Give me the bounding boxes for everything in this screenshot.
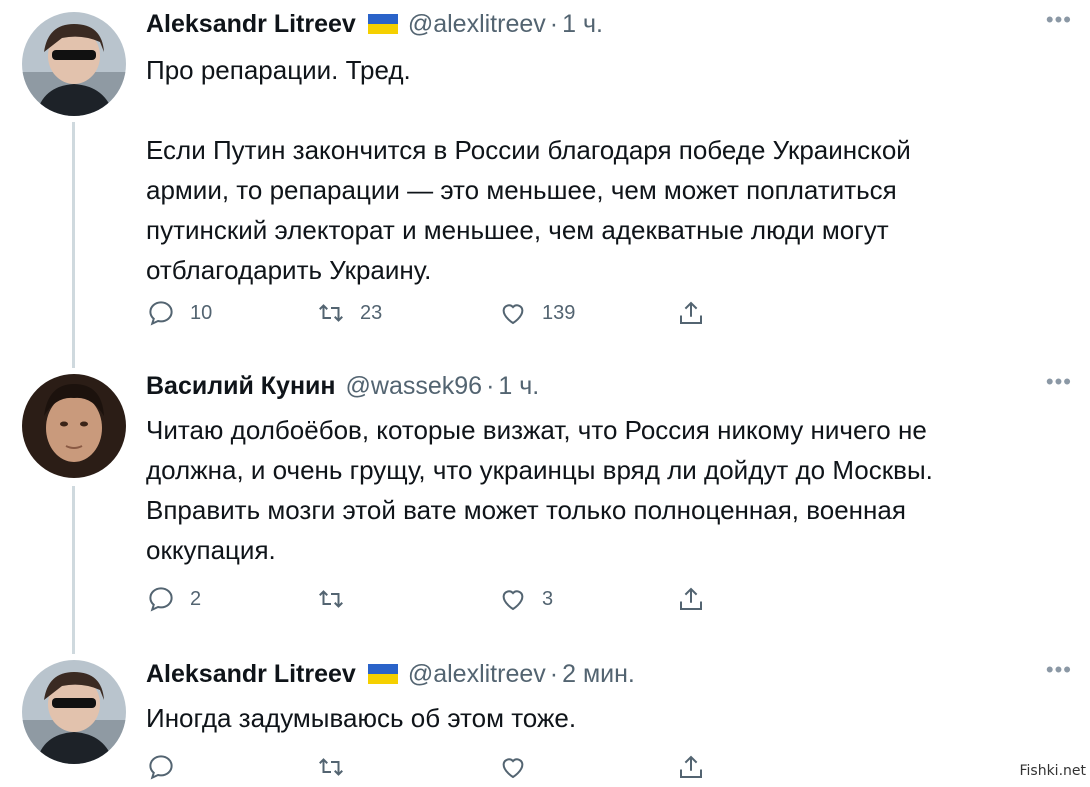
author-handle[interactable]: @alexlitreev [408, 10, 546, 39]
like-count: 139 [542, 301, 576, 324]
reply-button[interactable]: 2 [146, 582, 201, 616]
more-icon[interactable]: ••• [1046, 371, 1072, 393]
reply-count: 10 [190, 301, 213, 324]
author-handle[interactable]: @wassek96 [346, 372, 483, 401]
tweet-text: Про репарации. Тред. Если Путин закончит… [146, 55, 911, 285]
like-button[interactable] [498, 750, 542, 784]
timestamp[interactable]: 1 ч. [498, 372, 539, 401]
like-count: 3 [542, 587, 554, 610]
retweet-count: 23 [360, 301, 383, 324]
author-name[interactable]: Aleksandr Litreev [146, 660, 356, 689]
separator-dot: · [549, 659, 559, 688]
share-icon [680, 301, 702, 324]
tweet-1[interactable]: Aleksandr Litreev @alexlitreev · 1 ч. ••… [0, 0, 1090, 360]
retweet-button[interactable] [316, 750, 360, 784]
retweet-icon [319, 758, 343, 776]
like-icon [502, 758, 524, 779]
ukraine-flag-icon [367, 14, 398, 34]
tweet-text: Читаю долбоёбов, которые визжат, что Рос… [146, 415, 933, 565]
retweet-button[interactable]: 23 [316, 296, 382, 330]
avatar[interactable] [22, 12, 126, 116]
retweet-button[interactable] [316, 582, 360, 616]
more-icon[interactable]: ••• [1046, 659, 1072, 681]
share-button[interactable] [676, 296, 720, 330]
separator-dot: · [486, 371, 495, 400]
like-icon [502, 590, 524, 611]
avatar[interactable] [22, 660, 126, 764]
retweet-icon [319, 590, 343, 608]
more-icon[interactable]: ••• [1046, 9, 1072, 31]
reply-button[interactable]: 10 [146, 296, 212, 330]
share-button[interactable] [676, 750, 720, 784]
ukraine-flag-icon [367, 664, 398, 684]
share-icon [680, 755, 702, 778]
tweet-3[interactable]: Aleksandr Litreev @alexlitreev · 2 мин. … [0, 650, 1090, 787]
timestamp[interactable]: 2 мин. [562, 660, 635, 689]
like-icon [502, 304, 524, 325]
author-handle[interactable]: @alexlitreev [408, 660, 546, 689]
author-name[interactable]: Aleksandr Litreev [146, 10, 356, 39]
timestamp[interactable]: 1 ч. [562, 10, 603, 39]
tweet-text: Иногда задумываюсь об этом тоже. [146, 703, 577, 733]
share-button[interactable] [676, 582, 720, 616]
avatar[interactable] [22, 374, 126, 478]
like-button[interactable]: 3 [498, 582, 553, 616]
like-button[interactable]: 139 [498, 296, 575, 330]
author-name[interactable]: Василий Кунин [146, 372, 336, 401]
share-icon [680, 587, 702, 610]
watermark: Fishki.net [1019, 763, 1086, 779]
separator-dot: · [549, 9, 559, 38]
reply-icon [149, 755, 173, 780]
reply-button[interactable] [146, 750, 190, 784]
reply-icon [149, 587, 173, 612]
reply-count: 2 [190, 587, 202, 610]
retweet-icon [319, 304, 343, 322]
reply-icon [149, 301, 173, 326]
tweet-2[interactable]: Василий Кунин @wassek96 · 1 ч. ••• Читаю… [0, 362, 1090, 652]
